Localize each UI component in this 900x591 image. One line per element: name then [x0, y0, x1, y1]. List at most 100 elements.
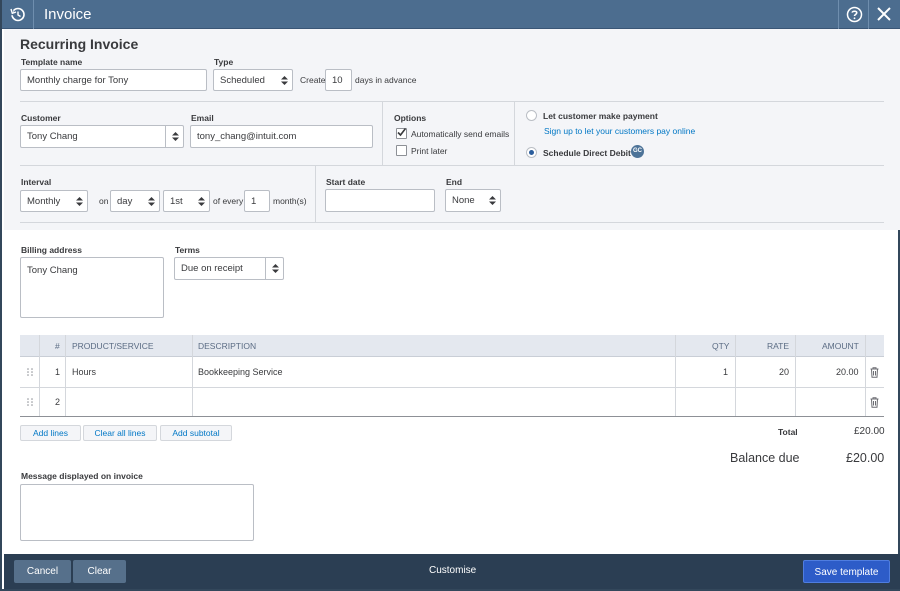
- header-qty: QTY: [712, 341, 730, 351]
- checkmark-icon: [397, 128, 407, 137]
- start-date-label: Start date: [326, 177, 366, 187]
- row-divider: [20, 387, 884, 388]
- billing-address-input[interactable]: Tony Chang: [20, 257, 164, 318]
- template-name-input[interactable]: Monthly charge for Tony: [20, 69, 207, 91]
- column-divider: [39, 335, 40, 417]
- customer-select-value: Tony Chang: [27, 131, 78, 142]
- customer-select[interactable]: Tony Chang: [20, 125, 184, 148]
- window-title: Invoice: [44, 6, 92, 23]
- select-arrows-icon: [281, 75, 288, 85]
- auto-send-checkbox[interactable]: [396, 128, 407, 139]
- trash-icon[interactable]: [870, 397, 879, 408]
- end-label: End: [446, 177, 463, 187]
- customise-link[interactable]: Customise: [429, 565, 476, 576]
- add-subtotal-button[interactable]: Add subtotal: [160, 425, 232, 441]
- create-days-input[interactable]: 10: [325, 69, 352, 91]
- every-count-input[interactable]: 1: [244, 190, 270, 212]
- select-arrows-icon: [76, 196, 83, 206]
- close-icon[interactable]: [875, 5, 893, 23]
- help-icon[interactable]: [846, 6, 863, 23]
- row-amount[interactable]: 20.00: [836, 367, 859, 377]
- message-input[interactable]: [20, 484, 254, 541]
- create-label: Create: [300, 75, 326, 85]
- of-every-label: of every: [213, 196, 244, 206]
- header-num: #: [55, 341, 60, 351]
- divider: [20, 222, 884, 223]
- row-product[interactable]: Hours: [72, 367, 96, 377]
- header-description: DESCRIPTION: [198, 341, 257, 351]
- title-bar: Invoice: [2, 0, 900, 29]
- select-arrows-icon: [148, 196, 155, 206]
- select-arrows-icon: [272, 264, 279, 273]
- column-divider: [675, 335, 676, 417]
- title-separator: [33, 0, 34, 29]
- invoice-window: Invoice Recurring Invoice Template name …: [0, 0, 900, 591]
- date-select-value: 1st: [170, 195, 183, 207]
- column-divider: [192, 335, 193, 417]
- table-header: # PRODUCT/SERVICE DESCRIPTION QTY RATE A…: [20, 335, 884, 357]
- print-later-label: Print later: [411, 146, 448, 156]
- start-date-input[interactable]: [325, 189, 435, 212]
- divider: [514, 101, 515, 165]
- logo-icon[interactable]: [8, 5, 28, 24]
- row-num: 2: [55, 397, 61, 407]
- select-arrows-icon: [489, 196, 496, 205]
- end-select[interactable]: None: [445, 189, 501, 212]
- clear-all-lines-button[interactable]: Clear all lines: [83, 425, 157, 441]
- row-qty[interactable]: 1: [723, 367, 728, 377]
- let-customer-pay-radio[interactable]: [526, 110, 537, 121]
- direct-debit-radio[interactable]: [526, 147, 537, 158]
- template-name-label: Template name: [21, 57, 83, 67]
- interval-select[interactable]: Monthly: [20, 190, 88, 212]
- message-label: Message displayed on invoice: [21, 471, 143, 481]
- drag-handle-icon[interactable]: [27, 368, 33, 376]
- email-label: Email: [191, 113, 214, 123]
- billing-address-label: Billing address: [21, 245, 82, 255]
- terms-select[interactable]: Due on receipt: [174, 257, 284, 280]
- type-label: Type: [214, 57, 234, 67]
- title-separator: [868, 0, 869, 29]
- clear-button[interactable]: Clear: [73, 560, 126, 583]
- email-input[interactable]: tony_chang@intuit.com: [190, 125, 373, 148]
- add-lines-button[interactable]: Add lines: [20, 425, 81, 441]
- terms-select-value: Due on receipt: [181, 263, 243, 274]
- column-divider: [735, 335, 736, 417]
- line-items-table: # PRODUCT/SERVICE DESCRIPTION QTY RATE A…: [20, 335, 884, 418]
- divider: [382, 101, 383, 165]
- type-select[interactable]: Scheduled: [213, 69, 293, 91]
- header-product: PRODUCT/SERVICE: [72, 341, 154, 351]
- cancel-button[interactable]: Cancel: [14, 560, 71, 583]
- balance-due-label: Balance due: [730, 451, 800, 465]
- divider: [20, 101, 884, 102]
- title-separator: [838, 0, 839, 29]
- day-select[interactable]: day: [110, 190, 160, 212]
- days-in-advance-label: days in advance: [355, 75, 417, 85]
- direct-debit-label: Schedule Direct Debit: [543, 148, 631, 158]
- save-template-button[interactable]: Save template: [803, 560, 890, 583]
- trash-icon[interactable]: [870, 367, 879, 378]
- header-amount: AMOUNT: [822, 341, 859, 351]
- let-customer-pay-label: Let customer make payment: [543, 111, 658, 121]
- row-num: 1: [55, 367, 61, 377]
- interval-select-value: Monthly: [27, 195, 61, 207]
- page-title: Recurring Invoice: [20, 36, 139, 52]
- column-divider: [65, 335, 66, 417]
- row-description[interactable]: Bookkeeping Service: [198, 367, 283, 377]
- gocardless-badge: GC: [631, 145, 644, 158]
- row-divider: [20, 416, 884, 417]
- on-label: on: [99, 196, 109, 206]
- options-label: Options: [394, 113, 427, 123]
- auto-send-label: Automatically send emails: [411, 129, 510, 139]
- column-divider: [795, 335, 796, 417]
- print-later-checkbox[interactable]: [396, 145, 407, 156]
- select-arrows-icon: [172, 132, 179, 141]
- balance-due-value: £20.00: [846, 451, 885, 465]
- customer-label: Customer: [21, 113, 61, 123]
- row-rate[interactable]: 20: [779, 367, 789, 377]
- date-select[interactable]: 1st: [163, 190, 210, 212]
- signup-payments-link[interactable]: Sign up to let your customers pay online: [544, 126, 695, 136]
- end-select-value: None: [452, 195, 475, 206]
- footer-bar: Cancel Clear Customise Save template: [4, 554, 900, 589]
- terms-label: Terms: [175, 245, 200, 255]
- drag-handle-icon[interactable]: [27, 398, 33, 406]
